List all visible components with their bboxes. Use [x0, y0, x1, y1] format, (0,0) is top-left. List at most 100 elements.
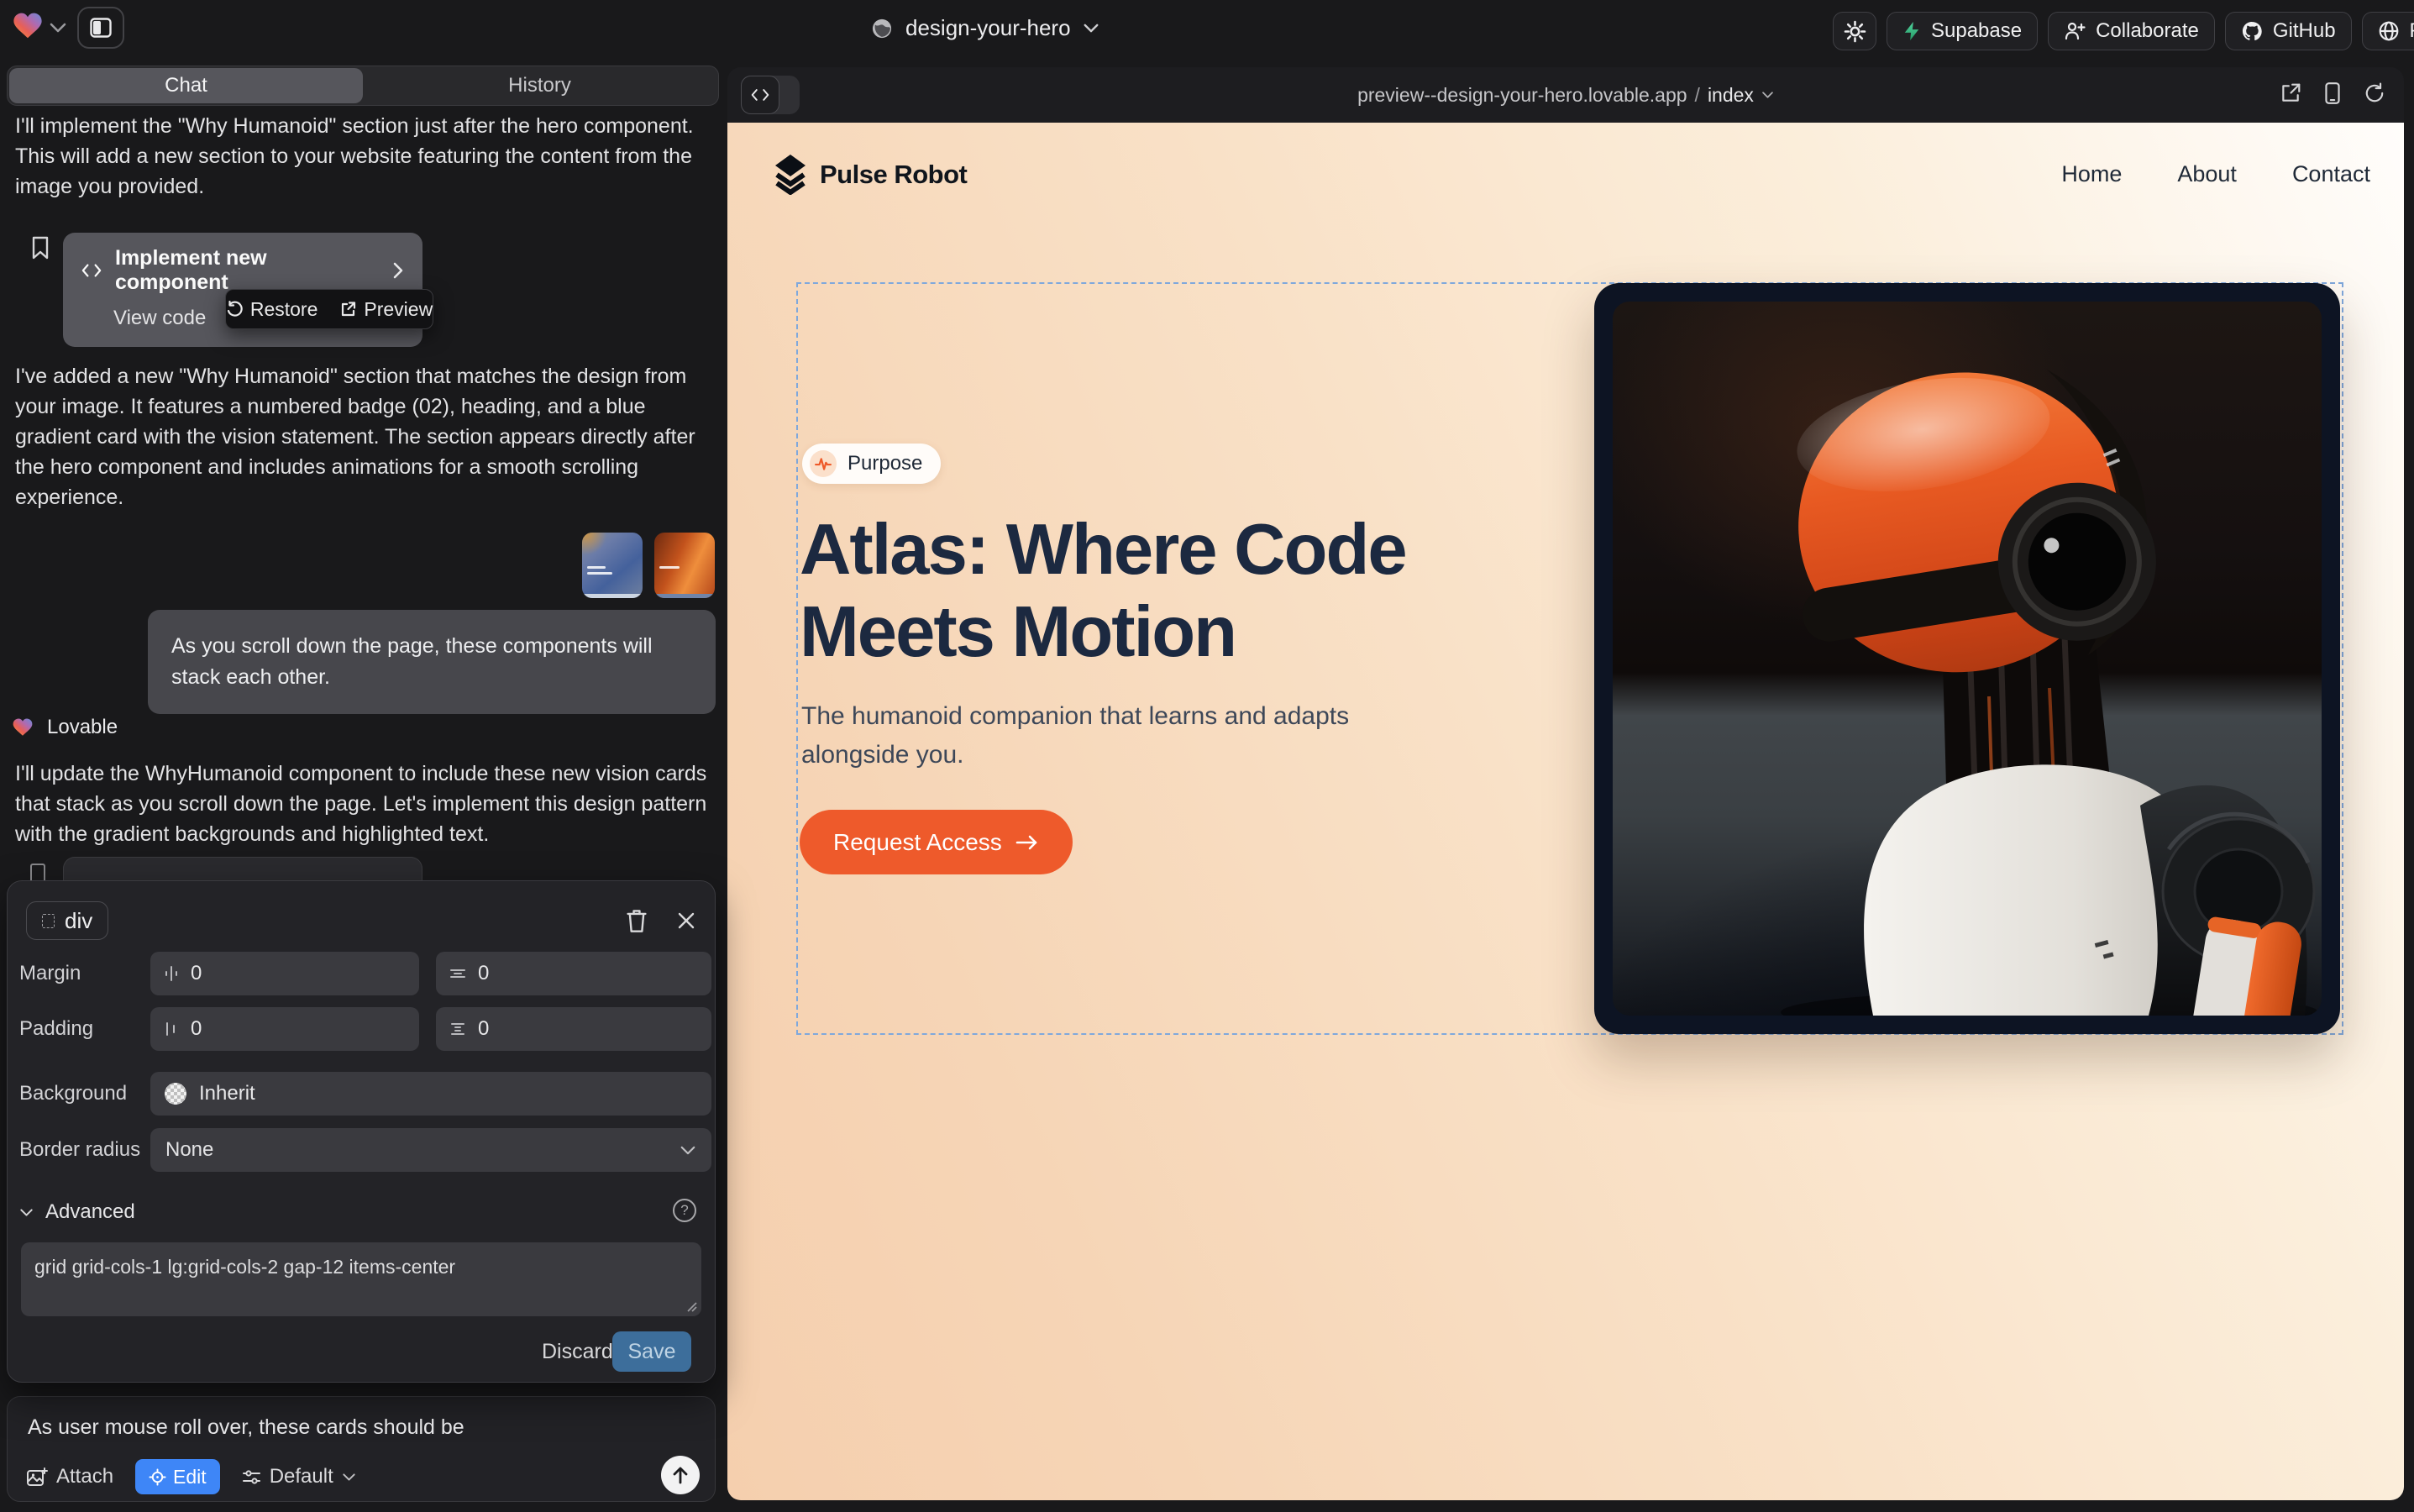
resize-handle-icon[interactable]: [685, 1299, 698, 1313]
close-icon[interactable]: [676, 911, 696, 931]
attach-image-icon: [26, 1467, 48, 1488]
margin-label: Margin: [19, 952, 81, 995]
pulse-robot-logo-icon: [773, 155, 808, 195]
target-icon: [149, 1468, 166, 1486]
padding-y-value: 0: [478, 1017, 489, 1041]
pulse-icon: [810, 450, 837, 477]
advanced-label: Advanced: [45, 1200, 135, 1224]
margin-x-value: 0: [191, 962, 202, 985]
brand-name: Pulse Robot: [820, 160, 967, 190]
classes-textarea[interactable]: grid grid-cols-1 lg:grid-cols-2 gap-12 i…: [21, 1242, 701, 1316]
chevron-down-icon: [1083, 23, 1099, 34]
site-nav: Home About Contact: [2061, 161, 2370, 187]
arrow-right-icon: [1015, 834, 1039, 851]
margin-x-input[interactable]: 0: [150, 952, 419, 995]
sidebar-icon: [90, 18, 112, 38]
background-input[interactable]: Inherit: [150, 1072, 711, 1116]
background-value: Inherit: [199, 1082, 255, 1105]
component-card-title: Implement new component: [115, 246, 379, 295]
nav-contact[interactable]: Contact: [2292, 161, 2370, 187]
padding-y-icon: [449, 1021, 466, 1037]
github-label: GitHub: [2273, 19, 2336, 43]
bookmark-icon: [30, 864, 45, 880]
transparency-swatch-icon: [164, 1082, 187, 1105]
attachment-thumbnail-orange[interactable]: [654, 533, 715, 598]
hero-subheading: The humanoid companion that learns and a…: [801, 697, 1423, 774]
element-inspector-panel: div Margin 0: [7, 880, 716, 1383]
preview-url-bar[interactable]: preview--design-your-hero.lovable.app / …: [727, 67, 2404, 123]
open-in-new-tab-icon[interactable]: [2280, 82, 2301, 104]
restore-icon: [226, 301, 243, 318]
project-switcher[interactable]: design-your-hero: [870, 15, 1099, 41]
send-button[interactable]: [661, 1456, 700, 1494]
mode-selector[interactable]: Default: [242, 1465, 356, 1488]
discard-button[interactable]: Discard: [542, 1340, 613, 1364]
github-icon: [2241, 20, 2263, 42]
restore-button[interactable]: Restore: [226, 298, 318, 321]
sliders-icon: [242, 1468, 261, 1486]
background-label: Background: [19, 1072, 127, 1116]
trash-icon[interactable]: [626, 908, 648, 933]
sidebar-toggle-button[interactable]: [77, 7, 124, 49]
request-access-button[interactable]: Request Access: [800, 810, 1073, 874]
nav-home[interactable]: Home: [2061, 161, 2122, 187]
margin-y-value: 0: [478, 962, 489, 985]
external-link-icon: [339, 301, 356, 318]
chevron-down-icon[interactable]: [49, 22, 67, 34]
padding-y-input[interactable]: 0: [436, 1007, 711, 1051]
chevron-right-icon: [392, 262, 404, 279]
site-header: Pulse Robot Home About Contact: [727, 123, 2404, 223]
collaborate-label: Collaborate: [2096, 19, 2199, 43]
collaborate-button[interactable]: Collaborate: [2048, 12, 2215, 50]
settings-button[interactable]: [1833, 12, 1876, 50]
robot-illustration: [1613, 302, 2322, 1016]
tab-history[interactable]: History: [363, 68, 716, 103]
supabase-button[interactable]: Supabase: [1887, 12, 2038, 50]
border-radius-select[interactable]: None: [150, 1128, 711, 1172]
nav-about[interactable]: About: [2177, 161, 2237, 187]
attachment-thumbnail-blue[interactable]: [582, 533, 643, 598]
restore-preview-popover: Restore Preview: [225, 289, 433, 329]
border-radius-value: None: [165, 1138, 680, 1162]
site-viewport: Pulse Robot Home About Contact Purpose: [727, 123, 2404, 1500]
github-button[interactable]: GitHub: [2225, 12, 2352, 50]
composer-input[interactable]: As user mouse roll over, these cards sho…: [28, 1415, 464, 1440]
preview-button[interactable]: Preview: [339, 298, 433, 321]
implement-component-card-partial[interactable]: [63, 857, 422, 882]
padding-x-input[interactable]: 0: [150, 1007, 419, 1051]
attach-button[interactable]: Attach: [26, 1465, 113, 1488]
hero-heading: Atlas: Where Code Meets Motion: [800, 509, 1406, 674]
bookmark-icon[interactable]: [30, 235, 50, 260]
advanced-toggle[interactable]: Advanced: [19, 1200, 135, 1224]
chevron-down-icon: [680, 1145, 696, 1156]
margin-y-icon: [449, 966, 466, 981]
code-icon: [81, 263, 102, 278]
mobile-view-icon[interactable]: [2323, 81, 2342, 105]
assistant-name: Lovable: [47, 716, 118, 739]
margin-y-input[interactable]: 0: [436, 952, 711, 995]
padding-x-value: 0: [191, 1017, 202, 1041]
preview-label: Preview: [364, 298, 433, 321]
edit-label: Edit: [173, 1466, 207, 1488]
tab-history-label: History: [508, 74, 571, 97]
user-message-bubble: As you scroll down the page, these compo…: [148, 610, 716, 714]
refresh-icon[interactable]: [2364, 82, 2385, 104]
border-radius-label: Border radius: [19, 1128, 140, 1172]
site-brand[interactable]: Pulse Robot: [773, 155, 967, 195]
mode-label: Default: [270, 1465, 333, 1488]
chat-composer: As user mouse roll over, these cards sho…: [7, 1396, 716, 1502]
selected-element-tag[interactable]: div: [26, 901, 108, 940]
padding-label: Padding: [19, 1007, 93, 1051]
edit-mode-button[interactable]: Edit: [135, 1459, 220, 1494]
save-button[interactable]: Save: [612, 1331, 691, 1372]
margin-x-icon: [164, 965, 179, 982]
element-outline-icon: [42, 914, 55, 928]
supabase-label: Supabase: [1931, 19, 2022, 43]
tab-chat[interactable]: Chat: [9, 68, 363, 103]
chevron-down-icon: [342, 1473, 356, 1482]
lovable-logo[interactable]: [12, 12, 44, 40]
publish-button[interactable]: Publish: [2362, 12, 2414, 50]
robot-image: [1613, 302, 2322, 1016]
globe-icon: [870, 17, 894, 40]
help-icon[interactable]: ?: [673, 1199, 696, 1222]
